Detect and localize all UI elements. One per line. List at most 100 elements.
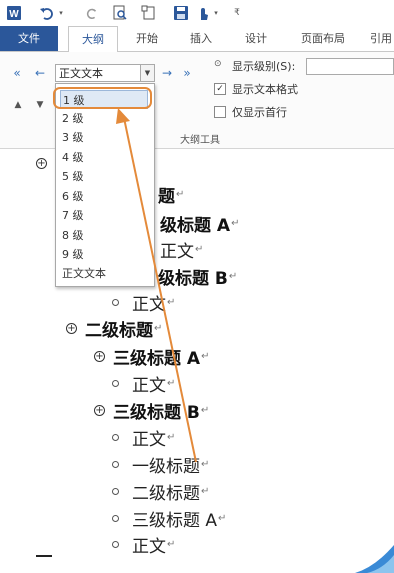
touch-mode-icon[interactable] — [195, 4, 211, 22]
svg-text:W: W — [9, 9, 19, 20]
body-text: 正文 — [132, 376, 166, 396]
outline-line[interactable]: 正文 ↵ — [160, 237, 203, 262]
paragraph-mark: ↵ — [195, 244, 204, 255]
paragraph-mark: ↵ — [167, 378, 176, 389]
outline-line[interactable]: + 二级标题 ↵ — [66, 316, 162, 341]
paragraph-mark: ↵ — [200, 405, 210, 416]
print-preview-icon[interactable] — [111, 4, 129, 22]
expand-icon[interactable]: + — [94, 405, 105, 416]
heading-text: 级标题 B — [158, 269, 228, 289]
outline-line[interactable]: 正文 ↵ — [112, 425, 175, 450]
paragraph-mark: ↵ — [167, 539, 176, 550]
bullet-icon — [112, 488, 119, 495]
chevron-down-icon[interactable]: ▼ — [141, 64, 155, 82]
word-app-icon[interactable]: W — [6, 4, 22, 22]
body-text: 正文 — [132, 537, 166, 557]
outline-line[interactable]: 正文 ↵ — [112, 371, 175, 396]
quick-access-toolbar: W ▾ ▾ ₹ — [0, 0, 394, 26]
tab-insert[interactable]: 插入 — [178, 26, 224, 51]
outline-line[interactable]: 级标题 A ↵ — [160, 211, 239, 236]
heading-text: 级标题 A — [160, 216, 231, 236]
dropdown-item-level-4[interactable]: 4 级 — [60, 148, 150, 167]
outline-line[interactable]: 题 ↵ — [158, 182, 184, 207]
outline-line[interactable]: 二级标题 ↵ — [112, 479, 209, 504]
body-text: 三级标题 A — [132, 511, 218, 531]
dropdown-item-level-5[interactable]: 5 级 — [60, 167, 150, 186]
tab-references[interactable]: 引用 — [370, 26, 394, 51]
expand-icon[interactable]: + — [66, 323, 77, 334]
outline-expand-button[interactable]: + — [36, 158, 55, 169]
tab-home[interactable]: 开始 — [124, 26, 170, 51]
customize-icon[interactable]: ₹ — [232, 4, 242, 22]
bullet-icon — [112, 541, 119, 548]
demote-icon[interactable]: → — [160, 66, 174, 80]
show-first-line-checkbox[interactable] — [214, 106, 226, 118]
ribbon-group-label: 大纲工具 — [180, 135, 220, 146]
heading-text: 二级标题 — [85, 321, 153, 341]
bullet-icon — [112, 515, 119, 522]
dropdown-item-level-8[interactable]: 8 级 — [60, 226, 150, 245]
body-text: 正文 — [160, 242, 194, 262]
tab-page-layout[interactable]: 页面布局 — [290, 26, 356, 51]
outline-level-select[interactable]: 正文文本 — [55, 64, 141, 82]
dropdown-item-level-6[interactable]: 6 级 — [60, 187, 150, 206]
annotation-highlight — [53, 87, 152, 109]
outline-level-dropdown: 1 级 2 级 3 级 4 级 5 级 6 级 7 级 8 级 9 级 正文文本 — [55, 83, 155, 287]
outline-line[interactable]: 正文 ↵ — [112, 532, 175, 557]
show-level-select[interactable] — [306, 58, 394, 75]
dropdown-item-level-7[interactable]: 7 级 — [60, 206, 150, 225]
paragraph-mark: ↵ — [176, 189, 185, 200]
show-level-label: 显示级别(S): — [232, 60, 296, 73]
outline-line[interactable]: 正文 ↵ — [112, 290, 175, 315]
body-text: 一级标题 — [132, 457, 200, 477]
bullet-icon — [112, 380, 119, 387]
paragraph-mark: ↵ — [201, 351, 210, 362]
expand-icon[interactable]: + — [94, 351, 105, 362]
paragraph-mark: ↵ — [154, 323, 163, 334]
show-first-line-label: 仅显示首行 — [232, 106, 287, 119]
show-text-format-checkbox[interactable]: ✓ — [214, 83, 226, 95]
paragraph-mark: ↵ — [201, 459, 210, 470]
heading-text: 题 — [158, 187, 175, 207]
tab-file[interactable]: 文件 — [0, 26, 58, 51]
promote-to-heading1-icon[interactable]: « — [10, 66, 24, 80]
paragraph-mark: ↵ — [201, 486, 210, 497]
outline-line[interactable]: 级标题 B ↵ — [158, 264, 237, 289]
bullet-icon — [112, 434, 119, 441]
paragraph-mark: ↵ — [218, 513, 227, 524]
paragraph-mark: ↵ — [167, 297, 176, 308]
heading-text: 三级标题 B — [113, 403, 200, 423]
paragraph-mark: ↵ — [228, 271, 238, 282]
touch-dropdown-icon[interactable]: ▾ — [212, 4, 220, 22]
outline-line[interactable]: 一级标题 ↵ — [112, 452, 209, 477]
bullet-icon — [112, 299, 119, 306]
cursor-line — [36, 555, 52, 557]
tab-design[interactable]: 设计 — [232, 26, 280, 51]
bullet-icon — [112, 461, 119, 468]
move-up-icon[interactable]: ▲ — [11, 98, 25, 112]
move-down-icon[interactable]: ▼ — [33, 98, 47, 112]
undo-icon[interactable] — [38, 4, 56, 22]
dropdown-item-level-9[interactable]: 9 级 — [60, 245, 150, 264]
undo-dropdown-icon[interactable]: ▾ — [57, 4, 65, 22]
new-document-icon[interactable] — [140, 4, 158, 22]
expand-icon: + — [36, 158, 47, 169]
dropdown-item-level-3[interactable]: 3 级 — [60, 128, 150, 147]
promote-icon[interactable]: ← — [33, 66, 47, 80]
paragraph-mark: ↵ — [167, 432, 176, 443]
outline-line[interactable]: + 三级标题 A ↵ — [94, 344, 209, 369]
outline-line[interactable]: 三级标题 A ↵ — [112, 506, 226, 531]
redo-icon[interactable] — [84, 4, 100, 22]
dropdown-item-body-text[interactable]: 正文文本 — [60, 264, 150, 283]
dropdown-item-level-2[interactable]: 2 级 — [60, 109, 150, 128]
heading-text: 三级标题 A — [113, 349, 201, 369]
decorative-corner — [355, 545, 394, 573]
body-text: 正文 — [132, 430, 166, 450]
outline-line[interactable]: + 三级标题 B ↵ — [94, 398, 209, 423]
demote-to-body-icon[interactable]: » — [180, 66, 194, 80]
save-icon[interactable] — [172, 4, 190, 22]
tab-outline[interactable]: 大纲 — [68, 26, 118, 53]
ribbon-tabs: 文件 大纲 开始 插入 设计 页面布局 引用 — [0, 26, 394, 53]
body-text: 正文 — [132, 295, 166, 315]
show-text-format-label: 显示文本格式 — [232, 83, 298, 96]
